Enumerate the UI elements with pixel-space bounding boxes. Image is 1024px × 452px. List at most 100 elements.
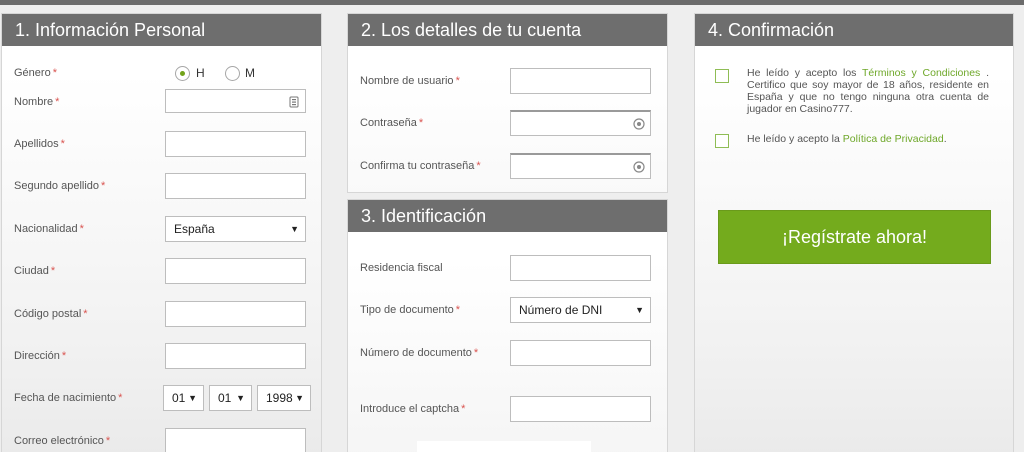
birth-day-value: 01	[172, 391, 186, 405]
segundo-apellido-input[interactable]	[166, 174, 305, 198]
ciudad-row: Ciudad *	[2, 258, 321, 284]
chevron-down-icon: ▼	[188, 393, 197, 403]
privacy-link[interactable]: Política de Privacidad	[843, 133, 944, 145]
captcha-label: Introduce el captcha *	[360, 403, 466, 415]
numero-documento-label: Número de documento *	[360, 347, 479, 359]
terms-prefix: He leído y acepto los	[747, 67, 862, 79]
birth-month-select[interactable]: 01 ▼	[209, 385, 252, 411]
register-button[interactable]: ¡Regístrate ahora!	[718, 210, 991, 264]
direccion-row: Dirección *	[2, 343, 321, 369]
birth-day-select[interactable]: 01 ▼	[163, 385, 204, 411]
correo-row: Correo electrónico *	[2, 428, 321, 452]
usuario-field[interactable]	[510, 68, 651, 94]
apellidos-row: Apellidos *	[2, 131, 321, 157]
terms-checkbox[interactable]	[715, 69, 729, 83]
tipo-documento-row: Tipo de documento * Número de DNI ▼	[348, 297, 667, 323]
confirmation-panel: 4. Confirmación He leído y acepto los Té…	[694, 13, 1014, 452]
top-bar	[0, 0, 1024, 5]
nombre-input[interactable]	[166, 90, 305, 112]
segundo-apellido-row: Segundo apellido *	[2, 173, 321, 199]
identification-panel: 3. Identificación Residencia fiscal Tipo…	[347, 199, 668, 452]
privacy-checkbox[interactable]	[715, 134, 729, 148]
nacionalidad-select[interactable]: España ▼	[165, 216, 306, 242]
personal-info-title: 1. Información Personal	[2, 14, 321, 46]
correo-input[interactable]	[166, 429, 305, 452]
personal-info-panel: 1. Información Personal Género * H M Nomb…	[1, 13, 322, 452]
apellidos-input[interactable]	[166, 132, 305, 156]
nacionalidad-label: Nacionalidad *	[14, 223, 84, 235]
codigo-postal-input[interactable]	[166, 302, 305, 326]
apellidos-field[interactable]	[165, 131, 306, 157]
privacy-suffix: .	[943, 133, 947, 145]
codigo-postal-label: Código postal *	[14, 308, 88, 320]
residencia-input[interactable]	[511, 256, 650, 280]
identification-title: 3. Identificación	[348, 200, 667, 232]
contact-card-icon	[289, 96, 299, 108]
fecha-nacimiento-row: Fecha de nacimiento * 01 ▼ 01 ▼ 1998 ▼	[2, 385, 321, 411]
gender-label: Género *	[14, 67, 57, 79]
captcha-field[interactable]	[510, 396, 651, 422]
segundo-apellido-label: Segundo apellido *	[14, 180, 106, 192]
nombre-row: Nombre *	[2, 89, 321, 115]
captcha-image	[417, 441, 591, 452]
confirma-input[interactable]	[511, 155, 650, 178]
confirma-label: Confirma tu contraseña *	[360, 160, 481, 172]
chevron-down-icon: ▼	[635, 305, 644, 315]
confirma-field[interactable]	[510, 153, 651, 179]
gender-option-h-label: H	[196, 66, 205, 80]
correo-label: Correo electrónico *	[14, 435, 111, 447]
fecha-nacimiento-label: Fecha de nacimiento *	[14, 392, 123, 404]
tipo-documento-select[interactable]: Número de DNI ▼	[510, 297, 651, 323]
ciudad-label: Ciudad *	[14, 265, 56, 277]
captcha-input[interactable]	[511, 397, 650, 421]
nacionalidad-value: España	[174, 222, 215, 236]
captcha-row: Introduce el captcha *	[348, 396, 667, 422]
gender-row: Género * H M	[2, 60, 321, 86]
contrasena-field[interactable]	[510, 110, 651, 136]
birth-month-value: 01	[218, 391, 232, 405]
confirmation-title: 4. Confirmación	[695, 14, 1013, 46]
chevron-down-icon: ▼	[295, 393, 304, 403]
privacy-text: He leído y acepto la Política de Privaci…	[747, 133, 989, 145]
usuario-label: Nombre de usuario *	[360, 75, 460, 87]
correo-field[interactable]	[165, 428, 306, 452]
usuario-row: Nombre de usuario *	[348, 68, 667, 94]
account-details-panel: 2. Los detalles de tu cuenta Nombre de u…	[347, 13, 668, 193]
segundo-apellido-field[interactable]	[165, 173, 306, 199]
terms-text: He leído y acepto los Términos y Condici…	[747, 67, 989, 115]
residencia-row: Residencia fiscal	[348, 255, 667, 281]
apellidos-label: Apellidos *	[14, 138, 65, 150]
password-reveal-icon[interactable]	[633, 161, 645, 173]
gender-radio-h[interactable]	[175, 66, 190, 81]
numero-documento-input[interactable]	[511, 341, 650, 365]
numero-documento-row: Número de documento *	[348, 340, 667, 366]
terms-link[interactable]: Términos y Condiciones	[862, 67, 980, 79]
residencia-label: Residencia fiscal	[360, 262, 443, 274]
direccion-label: Dirección *	[14, 350, 67, 362]
ciudad-input[interactable]	[166, 259, 305, 283]
password-reveal-icon[interactable]	[633, 118, 645, 130]
ciudad-field[interactable]	[165, 258, 306, 284]
codigo-postal-field[interactable]	[165, 301, 306, 327]
nombre-label: Nombre *	[14, 96, 60, 108]
contrasena-input[interactable]	[511, 112, 650, 135]
direccion-field[interactable]	[165, 343, 306, 369]
birth-year-value: 1998	[266, 391, 293, 405]
nombre-field[interactable]	[165, 89, 306, 113]
usuario-input[interactable]	[511, 69, 650, 93]
gender-option-m-label: M	[245, 66, 255, 80]
tipo-documento-value: Número de DNI	[519, 303, 603, 317]
birth-year-select[interactable]: 1998 ▼	[257, 385, 311, 411]
contrasena-label: Contraseña *	[360, 117, 424, 129]
numero-documento-field[interactable]	[510, 340, 651, 366]
residencia-field[interactable]	[510, 255, 651, 281]
gender-radio-m[interactable]	[225, 66, 240, 81]
tipo-documento-label: Tipo de documento *	[360, 304, 461, 316]
chevron-down-icon: ▼	[290, 224, 299, 234]
contrasena-row: Contraseña *	[348, 110, 667, 136]
confirma-row: Confirma tu contraseña *	[348, 153, 667, 179]
privacy-prefix: He leído y acepto la	[747, 133, 843, 145]
account-details-title: 2. Los detalles de tu cuenta	[348, 14, 667, 46]
direccion-input[interactable]	[166, 344, 305, 368]
nacionalidad-row: Nacionalidad * España ▼	[2, 216, 321, 242]
